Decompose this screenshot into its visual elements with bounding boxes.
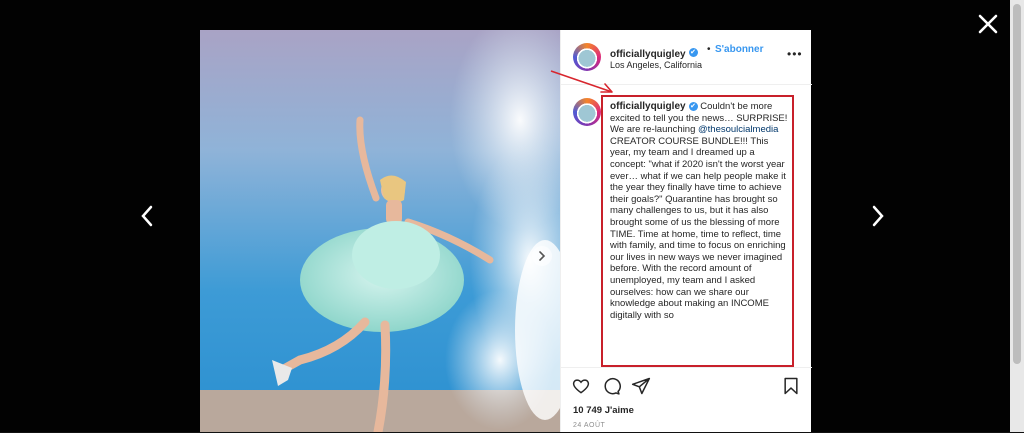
heart-icon[interactable] (571, 376, 591, 396)
more-options-icon[interactable]: ••• (787, 48, 803, 60)
header-separator: • (707, 44, 711, 55)
comment-icon[interactable] (601, 376, 621, 396)
post-photo (200, 30, 560, 432)
follow-button[interactable]: S'abonner (715, 44, 764, 55)
location-link[interactable]: Los Angeles, California (610, 60, 702, 70)
scrollbar[interactable] (1010, 0, 1024, 432)
verified-badge-icon: ✔ (688, 48, 698, 58)
post-modal: officiallyquigley ✔ • S'abonner Los Angel… (200, 30, 812, 433)
scrollbar-thumb[interactable] (1013, 4, 1021, 364)
caption-area[interactable]: officiallyquigley ✔ Couldn't be more exci… (561, 85, 812, 367)
close-icon[interactable] (976, 12, 1000, 36)
post-actions: 10 749 J'aime 24 AOÛT (561, 367, 812, 433)
avatar[interactable] (573, 98, 601, 126)
carousel-next-icon[interactable] (532, 246, 552, 266)
post-header: officiallyquigley ✔ • S'abonner Los Angel… (561, 30, 812, 85)
post-photo-image (200, 30, 560, 432)
chevron-right-icon[interactable] (871, 204, 885, 228)
chevron-left-icon[interactable] (140, 204, 154, 228)
bookmark-icon[interactable] (781, 376, 801, 396)
username-link[interactable]: officiallyquigley (610, 49, 686, 60)
send-icon[interactable] (631, 376, 651, 396)
post-sidebar: officiallyquigley ✔ • S'abonner Los Angel… (560, 30, 812, 433)
post-date: 24 AOÛT (573, 422, 606, 429)
avatar[interactable] (573, 43, 601, 71)
like-count[interactable]: 10 749 J'aime (573, 405, 634, 416)
highlight-box (601, 95, 794, 367)
